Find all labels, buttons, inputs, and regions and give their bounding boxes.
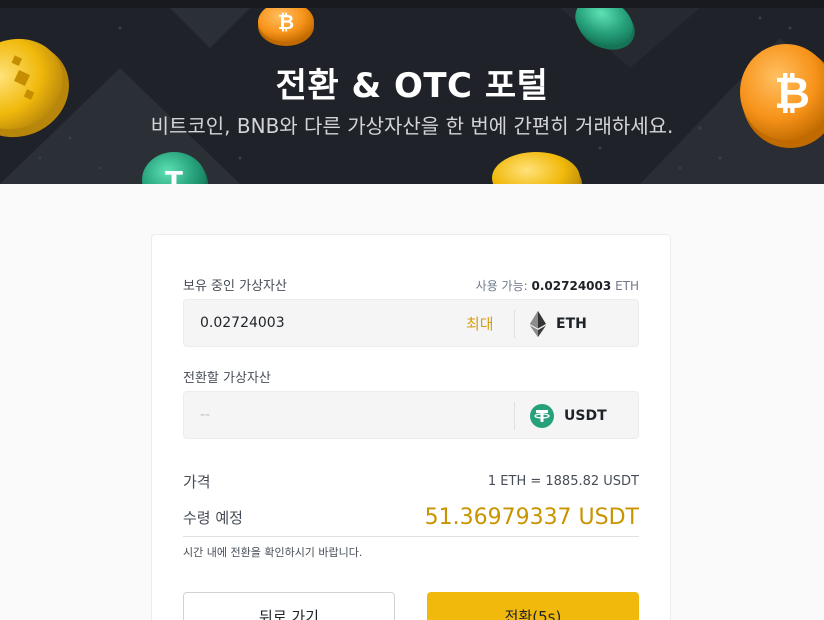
from-asset-label: ETH: [556, 316, 587, 332]
to-amount-field[interactable]: -- USDT: [183, 391, 639, 439]
from-amount-field[interactable]: 0.02724003 최대 ETH: [183, 299, 639, 347]
field-divider: [514, 402, 515, 430]
page-title: 전환 & OTC 포털: [275, 66, 549, 106]
eth-icon: [530, 311, 546, 337]
from-label: 보유 중인 가상자산: [183, 279, 287, 294]
convert-button[interactable]: 전환(5s): [427, 592, 639, 620]
btc-coin-top-icon: ₿: [258, 8, 314, 46]
divider: [183, 536, 639, 537]
hero-banner: ₿ ₿ T 전환 & OTC 포털 비트코인, BNB와 다른 가상자산을 한 …: [0, 8, 824, 184]
bnb-coin-bottom-icon: [492, 152, 582, 184]
available-balance: 사용 가능: 0.02724003 ETH: [476, 277, 639, 294]
convert-card: 보유 중인 가상자산 사용 가능: 0.02724003 ETH 0.02724…: [151, 234, 671, 620]
receive-label: 수령 예정: [183, 509, 243, 527]
to-amount-placeholder: --: [200, 407, 211, 423]
page-subtitle: 비트코인, BNB와 다른 가상자산을 한 번에 간편히 거래하세요.: [150, 114, 674, 138]
back-button[interactable]: 뒤로 가기: [183, 592, 395, 620]
svg-text:₿: ₿: [278, 10, 294, 34]
field-divider: [514, 310, 515, 338]
to-asset-selector[interactable]: USDT: [530, 403, 607, 429]
usdt-icon: [530, 404, 554, 428]
svg-text:T: T: [165, 167, 183, 184]
to-label: 전환할 가상자산: [183, 371, 271, 386]
to-asset-label: USDT: [564, 408, 607, 424]
from-amount-input[interactable]: 0.02724003: [200, 315, 285, 331]
price-label: 가격: [183, 473, 211, 491]
max-button[interactable]: 최대: [466, 313, 494, 334]
available-unit: ETH: [615, 279, 639, 293]
available-value: 0.02724003: [531, 279, 612, 293]
from-asset-selector[interactable]: ETH: [530, 311, 587, 337]
top-bar: [0, 0, 824, 8]
price-value: 1 ETH = 1885.82 USDT: [487, 474, 639, 489]
receive-value: 51.36979337 USDT: [424, 505, 639, 530]
confirm-note: 시간 내에 전환을 확인하시기 바랍니다.: [183, 546, 363, 559]
available-label: 사용 가능:: [475, 279, 528, 293]
